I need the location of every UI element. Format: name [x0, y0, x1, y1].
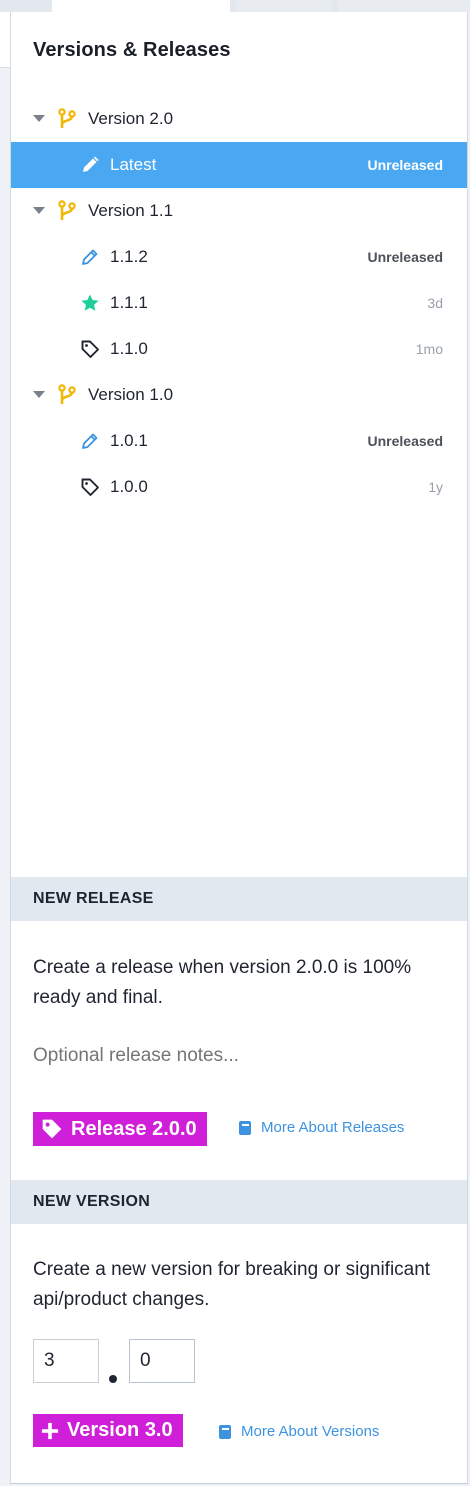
- pencil-icon: [82, 249, 98, 265]
- release-row-1-0-1[interactable]: 1.0.1 Unreleased: [11, 418, 467, 464]
- pencil-icon: [82, 433, 98, 449]
- more-about-versions-link[interactable]: More About Versions: [219, 1423, 379, 1440]
- release-row-1-0-0[interactable]: 1.0.0 1y: [11, 464, 467, 510]
- more-about-releases-label: More About Releases: [261, 1119, 405, 1136]
- top-tab-bar: [0, 0, 470, 12]
- version-row-1-0[interactable]: Version 1.0: [11, 372, 467, 418]
- release-button-label: Release 2.0.0: [71, 1117, 197, 1140]
- tag-icon: [42, 1119, 62, 1139]
- version-label: Version 1.0: [88, 385, 174, 404]
- new-release-heading: NEW RELEASE: [11, 877, 467, 921]
- caret-down-icon[interactable]: [33, 207, 45, 214]
- book-icon: [219, 1424, 231, 1439]
- new-version-heading: NEW VERSION: [11, 1180, 467, 1224]
- new-version-description: Create a new version for breaking or sig…: [33, 1259, 431, 1310]
- tab-right-2[interactable]: [338, 0, 470, 12]
- version-row-1-1[interactable]: Version 1.1: [11, 188, 467, 234]
- version-label: Version 1.1: [88, 201, 174, 220]
- release-notes-input[interactable]: [33, 1045, 433, 1067]
- release-age: 1mo: [415, 341, 443, 357]
- more-about-releases-link[interactable]: More About Releases: [239, 1119, 404, 1136]
- version-separator-dot: [109, 1375, 117, 1383]
- release-row-1-1-2[interactable]: 1.1.2 Unreleased: [11, 234, 467, 280]
- versions-panel: Versions & Releases Version 2.0 Latest U…: [10, 12, 468, 1484]
- release-row-latest[interactable]: Latest Unreleased: [11, 142, 467, 188]
- release-label: 1.0.0: [110, 477, 148, 496]
- version-row-2-0[interactable]: Version 2.0: [11, 96, 467, 142]
- pencil-icon: [83, 156, 99, 172]
- release-status: Unreleased: [367, 433, 443, 449]
- plus-icon: [41, 1422, 59, 1439]
- release-status: Unreleased: [367, 249, 443, 265]
- major-version-input[interactable]: [33, 1339, 99, 1383]
- version-label: Version 2.0: [88, 109, 174, 128]
- release-row-1-1-0[interactable]: 1.1.0 1mo: [11, 326, 467, 372]
- new-release-description: Create a release when version 2.0.0 is 1…: [33, 957, 412, 1008]
- tab-right-1[interactable]: [236, 0, 332, 12]
- caret-down-icon[interactable]: [33, 115, 45, 122]
- new-version-button[interactable]: Version 3.0: [33, 1414, 183, 1447]
- tab-active[interactable]: [52, 0, 230, 12]
- branch-icon: [58, 384, 76, 404]
- book-icon: [239, 1120, 251, 1135]
- release-label: 1.1.1: [110, 293, 148, 312]
- new-version-button-label: Version 3.0: [67, 1419, 173, 1441]
- branch-icon: [58, 200, 76, 220]
- release-label: 1.0.1: [110, 431, 148, 450]
- panel-title: Versions & Releases: [33, 39, 231, 61]
- release-status: Unreleased: [367, 157, 443, 173]
- release-label: 1.1.0: [110, 339, 148, 358]
- star-icon: [81, 294, 99, 311]
- release-button[interactable]: Release 2.0.0: [33, 1112, 207, 1146]
- minor-version-input[interactable]: [129, 1339, 195, 1383]
- version-tree: Version 2.0 Latest Unreleased Version 1.…: [11, 96, 467, 510]
- tag-icon: [81, 340, 99, 358]
- more-about-versions-label: More About Versions: [241, 1423, 380, 1440]
- release-age: 3d: [427, 295, 443, 311]
- release-label: 1.1.2: [110, 247, 148, 266]
- tag-icon: [81, 478, 99, 496]
- caret-down-icon[interactable]: [33, 391, 45, 398]
- release-age: 1y: [428, 479, 443, 495]
- release-row-1-1-1[interactable]: 1.1.1 3d: [11, 280, 467, 326]
- release-label: Latest: [110, 155, 157, 174]
- branch-icon: [58, 108, 76, 128]
